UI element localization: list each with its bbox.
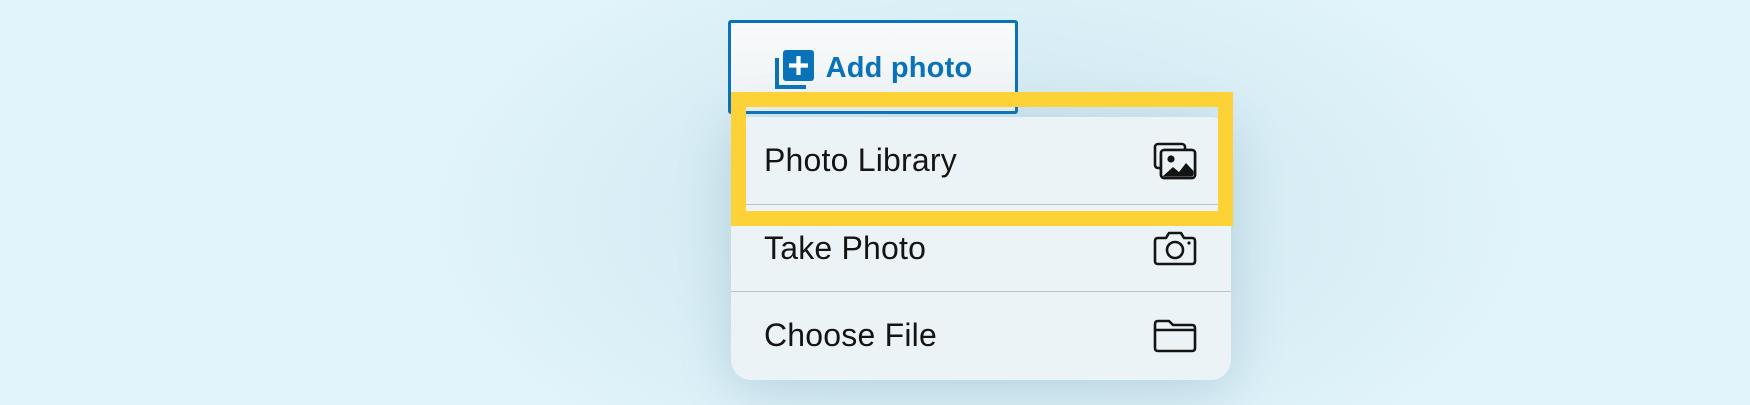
- menu-item-label: Photo Library: [764, 142, 957, 178]
- add-photo-label: Add photo: [825, 52, 973, 84]
- menu-item-take-photo[interactable]: Take Photo: [731, 204, 1231, 291]
- photo-library-icon: [1153, 142, 1197, 179]
- menu-item-label: Choose File: [764, 316, 937, 353]
- photo-source-menu: Photo Library Take Photo Choose File: [731, 117, 1231, 380]
- camera-icon: [1153, 231, 1197, 266]
- add-photo-icon: [774, 50, 814, 89]
- menu-item-label: Take Photo: [764, 229, 927, 266]
- add-photo-button[interactable]: Add photo: [728, 20, 1018, 114]
- menu-item-choose-file[interactable]: Choose File: [731, 291, 1231, 378]
- folder-icon: [1153, 319, 1197, 353]
- menu-item-photo-library[interactable]: Photo Library: [731, 117, 1231, 204]
